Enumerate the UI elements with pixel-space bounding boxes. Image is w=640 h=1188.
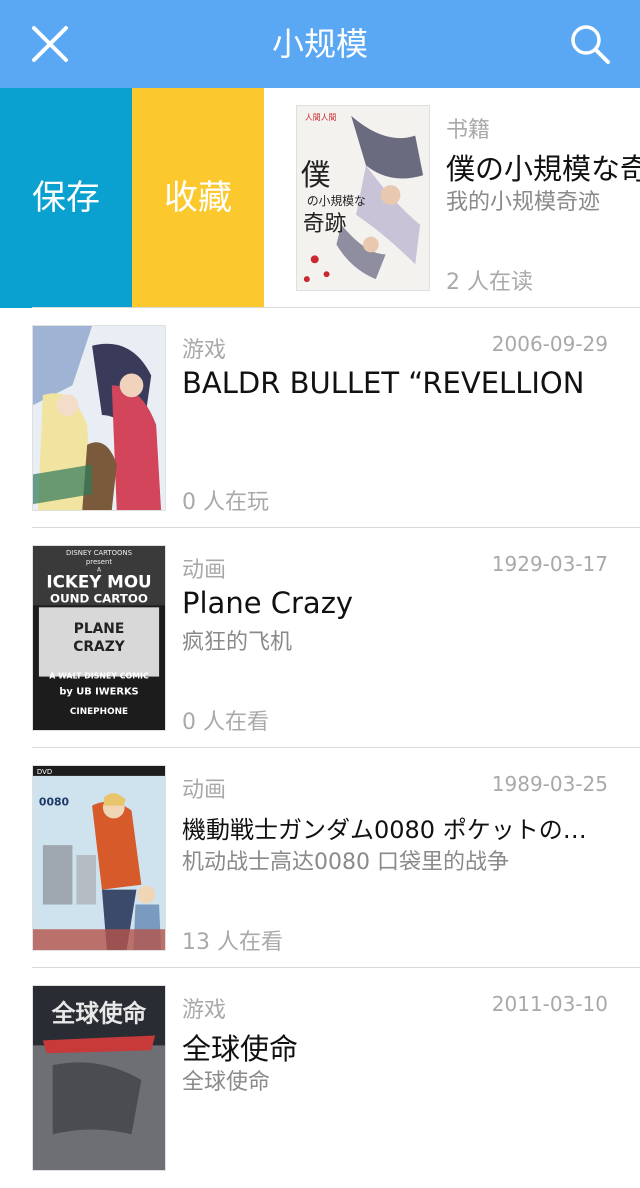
result-list: 保存 收藏 人間人間 僕 の小規模な 奇跡 书籍 僕の小規模な奇 我的小规模奇迹…: [0, 88, 640, 1188]
cover-image: DVD 0080: [32, 765, 166, 951]
cover-text: PLANE: [74, 621, 125, 637]
item-subtitle: 我的小规模奇迹: [446, 190, 601, 215]
list-item[interactable]: 全球使命 游戏 2011-03-10 全球使命 全球使命: [0, 968, 640, 1188]
save-button[interactable]: 保存: [0, 88, 132, 308]
item-subtitle: 疯狂的飞机: [182, 630, 293, 655]
svg-text:人間人間: 人間人間: [305, 113, 337, 122]
list-item[interactable]: DISNEY CARTOONS present A ICKEY MOU OUND…: [0, 528, 640, 748]
svg-text:僕: 僕: [301, 158, 331, 192]
item-category: 书籍: [446, 118, 491, 143]
list-item[interactable]: 游戏 2006-09-29 BALDR BULLET “REVELLION 0 …: [0, 308, 640, 528]
cover-image: 人間人間 僕 の小規模な 奇跡: [296, 105, 430, 291]
item-subtitle: 全球使命: [182, 1070, 271, 1095]
item-count: 0 人在玩: [182, 490, 269, 515]
item-title: 僕の小規模な奇: [446, 152, 640, 186]
item-category: 游戏: [182, 338, 227, 363]
item-title: BALDR BULLET “REVELLION: [182, 366, 585, 400]
cover-text: A WALT DISNEY COMIC: [49, 672, 149, 681]
item-category: 动画: [182, 558, 227, 583]
search-icon[interactable]: [566, 20, 614, 68]
item-date: 1989-03-25: [491, 772, 608, 796]
cover-text: present: [86, 558, 112, 566]
list-item-content[interactable]: 游戏 2006-09-29 BALDR BULLET “REVELLION 0 …: [0, 308, 640, 528]
item-date: 2006-09-29: [491, 332, 608, 356]
item-title: 機動戦士ガンダム0080 ポケットの…: [182, 816, 587, 844]
page-title: 小规模: [271, 25, 368, 63]
list-item-content[interactable]: 人間人間 僕 の小規模な 奇跡 书籍 僕の小規模な奇 我的小规模奇迹 2 人在读: [264, 88, 640, 308]
cover-image: DISNEY CARTOONS present A ICKEY MOU OUND…: [32, 545, 166, 731]
list-item-content[interactable]: 全球使命 游戏 2011-03-10 全球使命 全球使命: [0, 968, 640, 1188]
item-category: 动画: [182, 778, 227, 803]
item-category: 游戏: [182, 998, 227, 1023]
favorite-button[interactable]: 收藏: [132, 88, 264, 308]
list-item[interactable]: DVD 0080 动画 1989-03-25 機動戦士ガンダム0080 ポケット…: [0, 748, 640, 968]
list-item-content[interactable]: DISNEY CARTOONS present A ICKEY MOU OUND…: [0, 528, 640, 748]
item-title: 全球使命: [182, 1032, 299, 1066]
item-count: 13 人在看: [182, 930, 283, 955]
item-date: 1929-03-17: [491, 552, 608, 576]
cover-text: DISNEY CARTOONS: [66, 549, 132, 557]
item-date: 2011-03-10: [491, 992, 608, 1016]
svg-text:奇跡: 奇跡: [303, 212, 347, 237]
cover-text: by UB IWERKS: [59, 686, 138, 697]
item-subtitle: 机动战士高达0080 口袋里的战争: [182, 850, 509, 875]
cover-text: OUND CARTOO: [50, 591, 148, 605]
svg-text:の小規模な: の小規模な: [307, 194, 366, 208]
cover-text: 0080: [39, 796, 70, 809]
item-count: 2 人在读: [446, 270, 533, 295]
item-title: Plane Crazy: [182, 586, 354, 620]
nav-bar: 小规模: [0, 0, 640, 88]
close-icon[interactable]: [28, 22, 72, 66]
cover-image: 全球使命: [32, 985, 166, 1171]
svg-text:DVD: DVD: [37, 768, 52, 776]
cover-image: [32, 325, 166, 511]
item-count: 0 人在看: [182, 710, 269, 735]
cover-text: CRAZY: [73, 639, 125, 655]
cover-text: 全球使命: [51, 1000, 147, 1028]
list-item[interactable]: 保存 收藏 人間人間 僕 の小規模な 奇跡 书籍 僕の小規模な奇 我的小规模奇迹…: [0, 88, 640, 308]
list-item-content[interactable]: DVD 0080 动画 1989-03-25 機動戦士ガンダム0080 ポケット…: [0, 748, 640, 968]
cover-text: CINEPHONE: [70, 707, 128, 717]
swipe-actions: 保存 收藏: [0, 88, 264, 308]
cover-text: ICKEY MOU: [46, 572, 151, 592]
